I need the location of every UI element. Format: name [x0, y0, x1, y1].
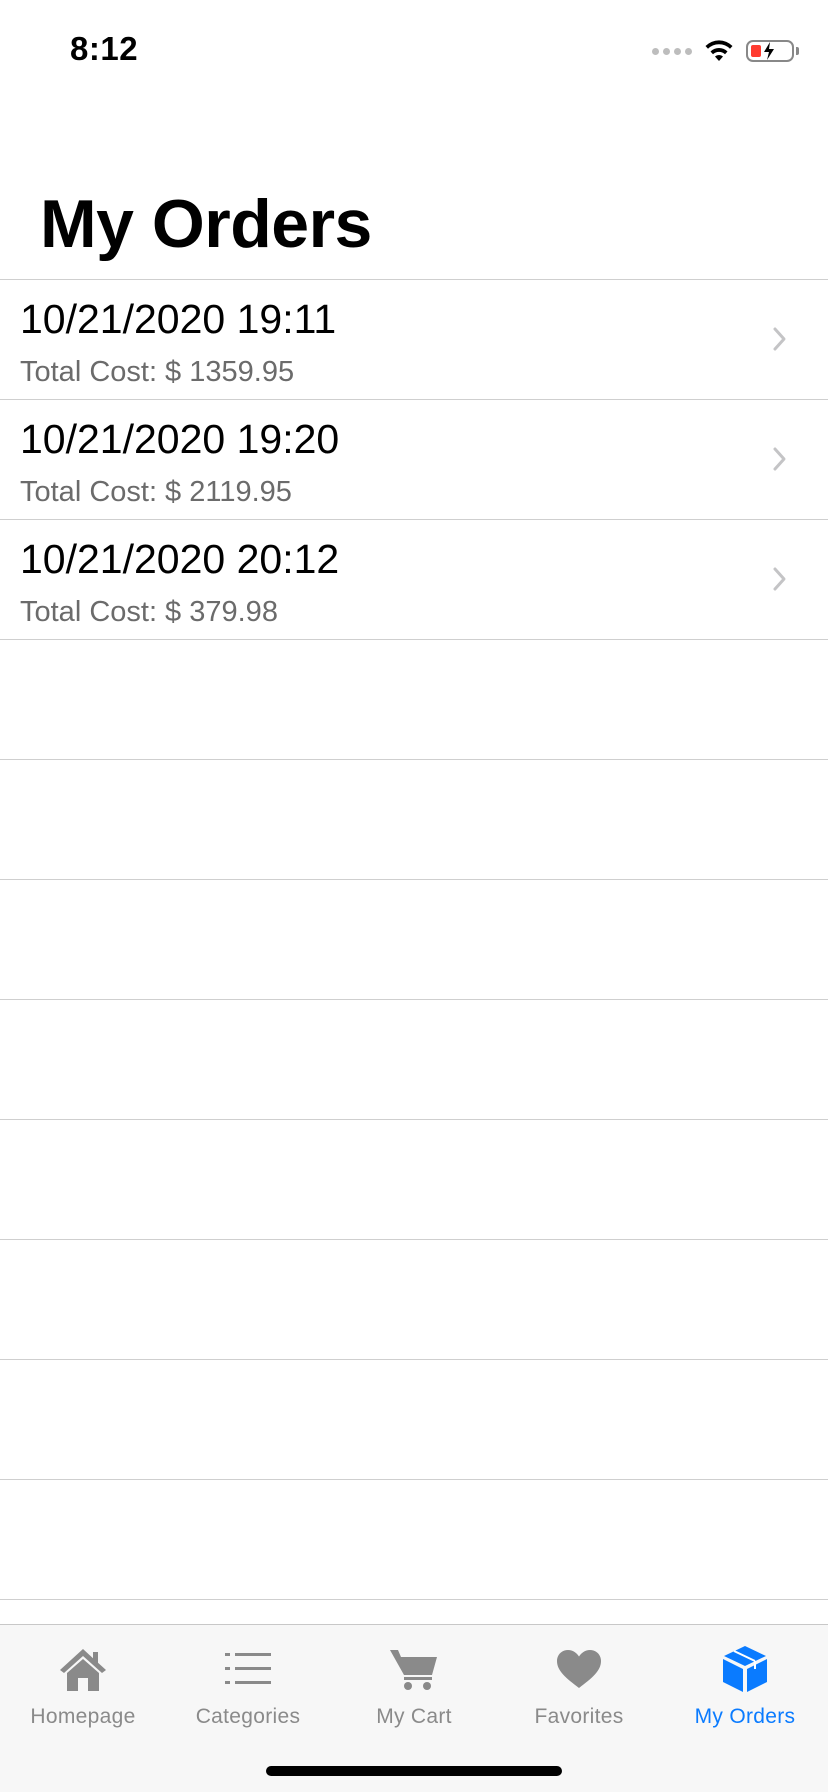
status-icons [652, 34, 799, 68]
heart-icon [556, 1643, 602, 1695]
divider [0, 1599, 828, 1600]
battery-icon [746, 40, 799, 62]
chevron-right-icon [773, 327, 786, 351]
order-row[interactable]: 10/21/2020 19:20 Total Cost: $ 2119.95 [0, 400, 828, 519]
chevron-right-icon [773, 567, 786, 591]
tab-categories[interactable]: Categories [165, 1643, 331, 1733]
wifi-icon [705, 40, 733, 61]
order-date: 10/21/2020 19:20 [20, 416, 340, 462]
empty-row [0, 1120, 828, 1239]
tab-label: Categories [195, 1705, 301, 1728]
empty-row [0, 880, 828, 999]
orders-list: 10/21/2020 19:11 Total Cost: $ 1359.95 1… [0, 279, 828, 1600]
tab-homepage[interactable]: Homepage [0, 1643, 166, 1733]
house-icon [58, 1643, 108, 1695]
empty-row [0, 1000, 828, 1119]
empty-row [0, 1480, 828, 1599]
order-total: Total Cost: $ 1359.95 [20, 356, 295, 388]
order-date: 10/21/2020 19:11 [20, 296, 337, 342]
tab-label: My Cart [376, 1705, 452, 1728]
order-row[interactable]: 10/21/2020 20:12 Total Cost: $ 379.98 [0, 520, 828, 639]
cellular-signal-icon [652, 47, 692, 55]
chevron-right-icon [773, 447, 786, 471]
order-row[interactable]: 10/21/2020 19:11 Total Cost: $ 1359.95 [0, 280, 828, 399]
tab-my-orders[interactable]: My Orders [662, 1643, 828, 1733]
home-indicator[interactable] [266, 1766, 562, 1776]
status-time: 8:12 [70, 30, 139, 67]
tab-label: My Orders [694, 1705, 796, 1728]
list-icon [225, 1643, 271, 1695]
order-total: Total Cost: $ 2119.95 [20, 476, 292, 508]
status-bar: 8:12 [0, 0, 828, 100]
empty-row [0, 640, 828, 759]
charging-bolt-icon [764, 42, 774, 60]
tab-label: Favorites [534, 1705, 624, 1728]
order-total: Total Cost: $ 379.98 [20, 596, 278, 628]
box-icon [722, 1643, 768, 1695]
order-date: 10/21/2020 20:12 [20, 536, 340, 582]
empty-row [0, 760, 828, 879]
empty-row [0, 1360, 828, 1479]
tab-favorites[interactable]: Favorites [496, 1643, 662, 1733]
tab-my-cart[interactable]: My Cart [331, 1643, 497, 1733]
empty-row [0, 1240, 828, 1359]
tab-label: Homepage [30, 1705, 136, 1728]
cart-icon [389, 1643, 439, 1695]
page-title: My Orders [40, 186, 372, 262]
